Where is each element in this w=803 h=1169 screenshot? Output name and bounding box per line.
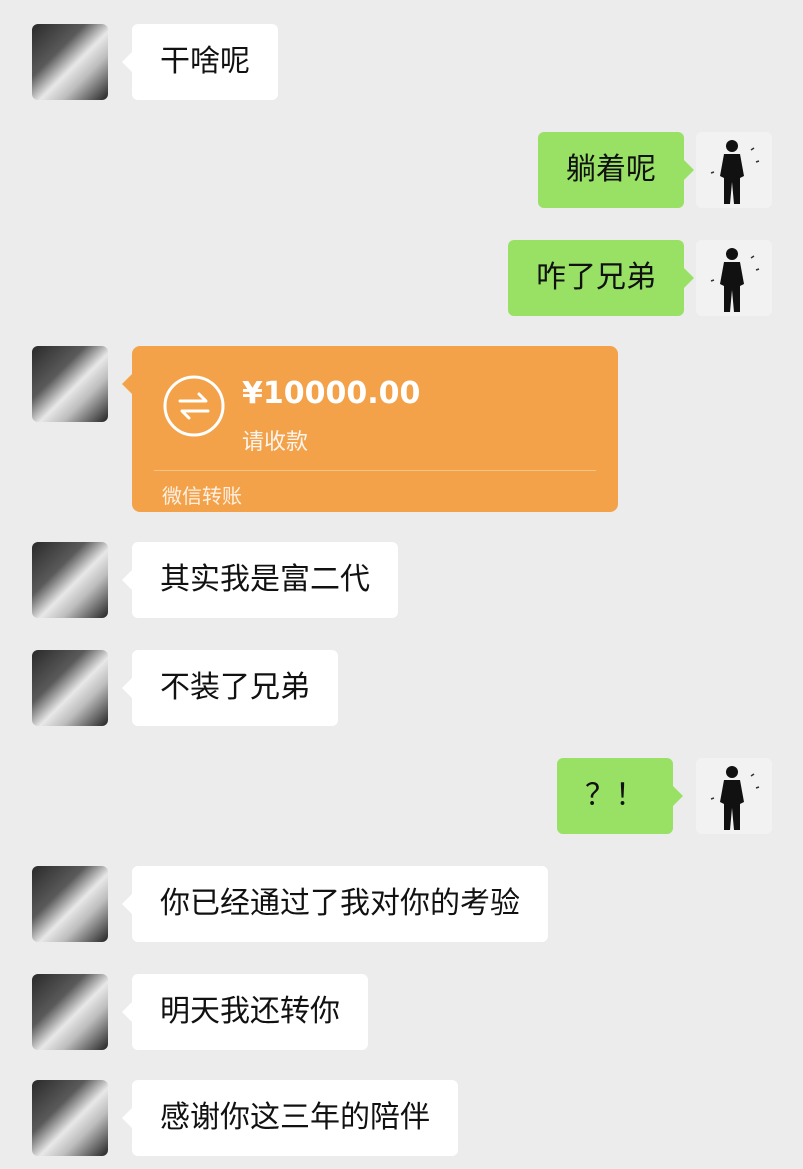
silhouette-icon: [696, 132, 772, 208]
contact-avatar[interactable]: [32, 650, 108, 726]
message-bubble[interactable]: 咋了兄弟: [508, 240, 694, 316]
message-bubble[interactable]: 感谢你这三年的陪伴: [122, 1080, 458, 1156]
message-bubble[interactable]: 躺着呢: [538, 132, 694, 208]
message-bubble[interactable]: 明天我还转你: [122, 974, 368, 1050]
wechat-transfer-card[interactable]: ¥10000.00 请收款 微信转账: [122, 346, 618, 512]
transfer-status: 请收款: [242, 430, 309, 455]
message-bubble[interactable]: 不装了兄弟: [122, 650, 338, 726]
contact-avatar[interactable]: [32, 24, 108, 100]
contact-avatar[interactable]: [32, 866, 108, 942]
message-bubble[interactable]: 干啥呢: [122, 24, 278, 100]
contact-avatar[interactable]: [32, 974, 108, 1050]
message-bubble[interactable]: ？！: [557, 758, 683, 834]
self-avatar[interactable]: [696, 240, 772, 316]
contact-avatar[interactable]: [32, 346, 108, 422]
self-avatar[interactable]: [696, 132, 772, 208]
self-avatar[interactable]: [696, 758, 772, 834]
transfer-amount: ¥10000.00: [242, 376, 421, 411]
message-bubble[interactable]: 你已经通过了我对你的考验: [122, 866, 548, 942]
silhouette-icon: [696, 240, 772, 316]
transfer-label: 微信转账: [162, 484, 242, 508]
message-bubble[interactable]: 其实我是富二代: [122, 542, 398, 618]
divider: [154, 470, 596, 471]
contact-avatar[interactable]: [32, 542, 108, 618]
silhouette-icon: [696, 758, 772, 834]
contact-avatar[interactable]: [32, 1080, 108, 1156]
transfer-arrows-icon: [163, 375, 225, 437]
